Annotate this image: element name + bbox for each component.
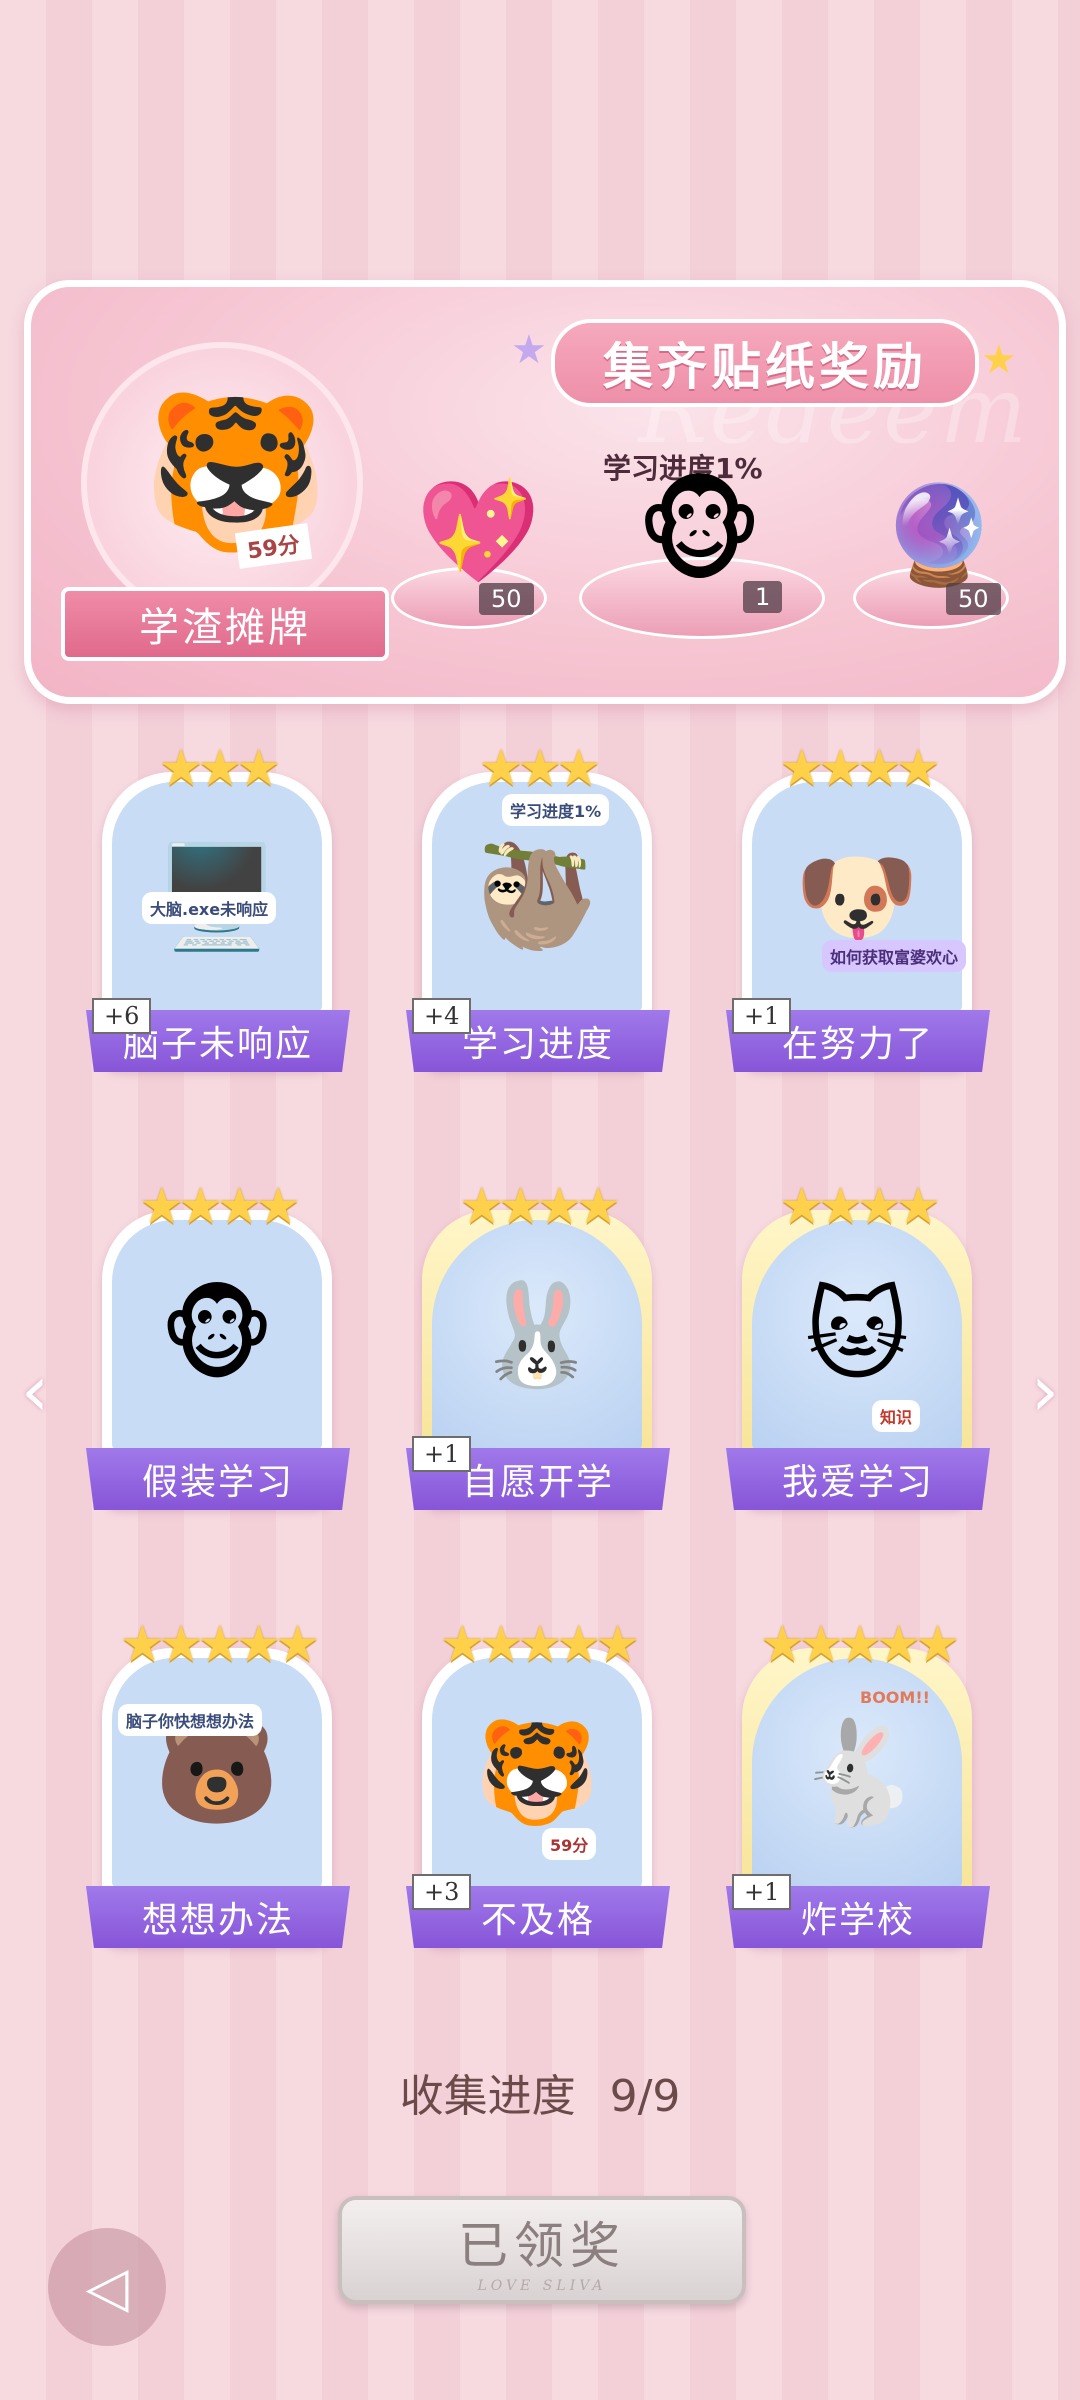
sticker-card[interactable]: ★★★★★ 🐻 脑子你快想想办法 想想办法 [86,1615,350,1956]
monkey-icon: 🐵 [159,1276,275,1394]
card-count: +1 [732,1874,792,1910]
card-caption: 如何获取富婆欢心 [822,940,967,972]
card-caption: 59分 [542,1828,597,1860]
card-caption: BOOM!! [860,1688,930,1707]
back-button[interactable]: ◁ [48,2228,166,2346]
rating-stars: ★★★★★ [439,1615,640,1673]
sticker-card[interactable]: ★★★ 🦥 学习进度1% +4 学习进度 [406,739,670,1080]
rating-stars: ★★★★★ [119,1615,320,1673]
angel-cat-icon: 🐱 [804,1276,910,1394]
card-caption: 学习进度1% [502,794,610,826]
card-label: 假装学习 [86,1448,350,1510]
card-caption: 脑子你快想想办法 [118,1704,263,1736]
sticker-card[interactable]: ★★★★ 🐵 假装学习 [86,1177,350,1518]
progress-label: 收集进度 [399,2071,576,2122]
avatar-portrait: 🐯 59分 [81,342,363,624]
card-caption: 知识 [872,1400,921,1432]
sticker-card[interactable]: ★★★★ 🐱 知识 我爱学习 [726,1177,990,1518]
card-label: 想想办法 [86,1886,350,1948]
reward-panel: Redeem ★ 集齐贴纸奖励 ★ 🐯 59分 学渣摊牌 💖 50 学习进度1%… [24,280,1066,704]
star-decoration-icon: ★ [511,327,547,373]
rating-stars: ★★★★ [779,739,940,797]
next-page-arrow-icon[interactable]: › [1020,1350,1070,1432]
claimed-button[interactable]: 已领奖 LOVE SLIVA [338,2196,746,2304]
card-art: 🐶 [752,782,962,1012]
reward-qty: 50 [946,583,1001,615]
rating-stars: ★★★★ [459,1177,620,1235]
back-arrow-icon: ◁ [85,2254,129,2320]
rating-stars: ★★★ [478,739,601,797]
card-art: 🐱 [752,1220,962,1450]
avatar-label: 学渣摊牌 [61,587,389,661]
rating-stars: ★★★★★ [759,1615,960,1673]
collection-progress: 收集进度 9/9 [0,2060,1080,2124]
card-art: 🐯 [432,1658,642,1888]
rabbit-bomb-icon: 🐇 [794,1714,920,1831]
sticker-card[interactable]: ★★★★ 🐶 如何获取富婆欢心 +1 在努力了 [726,739,990,1080]
claimed-label: 已领奖 [458,2217,626,2275]
star-decoration-icon: ★ [981,337,1017,383]
card-count: +1 [412,1436,472,1472]
sloth-icon: 🦥 [474,838,600,955]
progress-value: 9/9 [609,2071,681,2122]
card-art: 🐵 [112,1220,322,1450]
card-art: 🐻 [112,1658,322,1888]
rating-stars: ★★★★ [779,1177,940,1235]
card-count: +3 [412,1874,472,1910]
sticker-card[interactable]: ★★★ 🖥️ 大脑.exe未响应 +6 脑子未响应 [86,739,350,1080]
sticker-card[interactable]: ★★★★ 🐰 +1 自愿开学 [406,1177,670,1518]
card-label: 我爱学习 [726,1448,990,1510]
prev-page-arrow-icon[interactable]: ‹ [10,1350,60,1432]
lightning-orb-icon: 🔮 [879,479,999,591]
sticker-card[interactable]: ★★★★★ 🐇 BOOM!! +1 炸学校 [726,1615,990,1956]
reward-title: 集齐贴纸奖励 [551,319,979,407]
card-caption: 大脑.exe未响应 [142,892,277,924]
reward-qty: 1 [743,581,783,613]
rating-stars: ★★★ [158,739,281,797]
card-count: +4 [412,998,472,1034]
sticker-card[interactable]: ★★★★★ 🐯 59分 +3 不及格 [406,1615,670,1956]
puppy-icon: 🐶 [794,838,920,955]
rating-stars: ★★★★ [139,1177,300,1235]
card-count: +1 [732,998,792,1034]
reward-qty: 50 [479,583,534,615]
heart-gem-icon: 💖 [416,473,541,590]
tiger-icon: 🐯 [474,1714,600,1831]
monkey-reading-icon: 🐵 [636,468,764,596]
card-art: 🐰 [432,1220,642,1450]
bunny-icon: 🐰 [474,1276,600,1393]
claimed-sublabel: LOVE SLIVA [477,2278,607,2294]
card-count: +6 [92,998,152,1034]
